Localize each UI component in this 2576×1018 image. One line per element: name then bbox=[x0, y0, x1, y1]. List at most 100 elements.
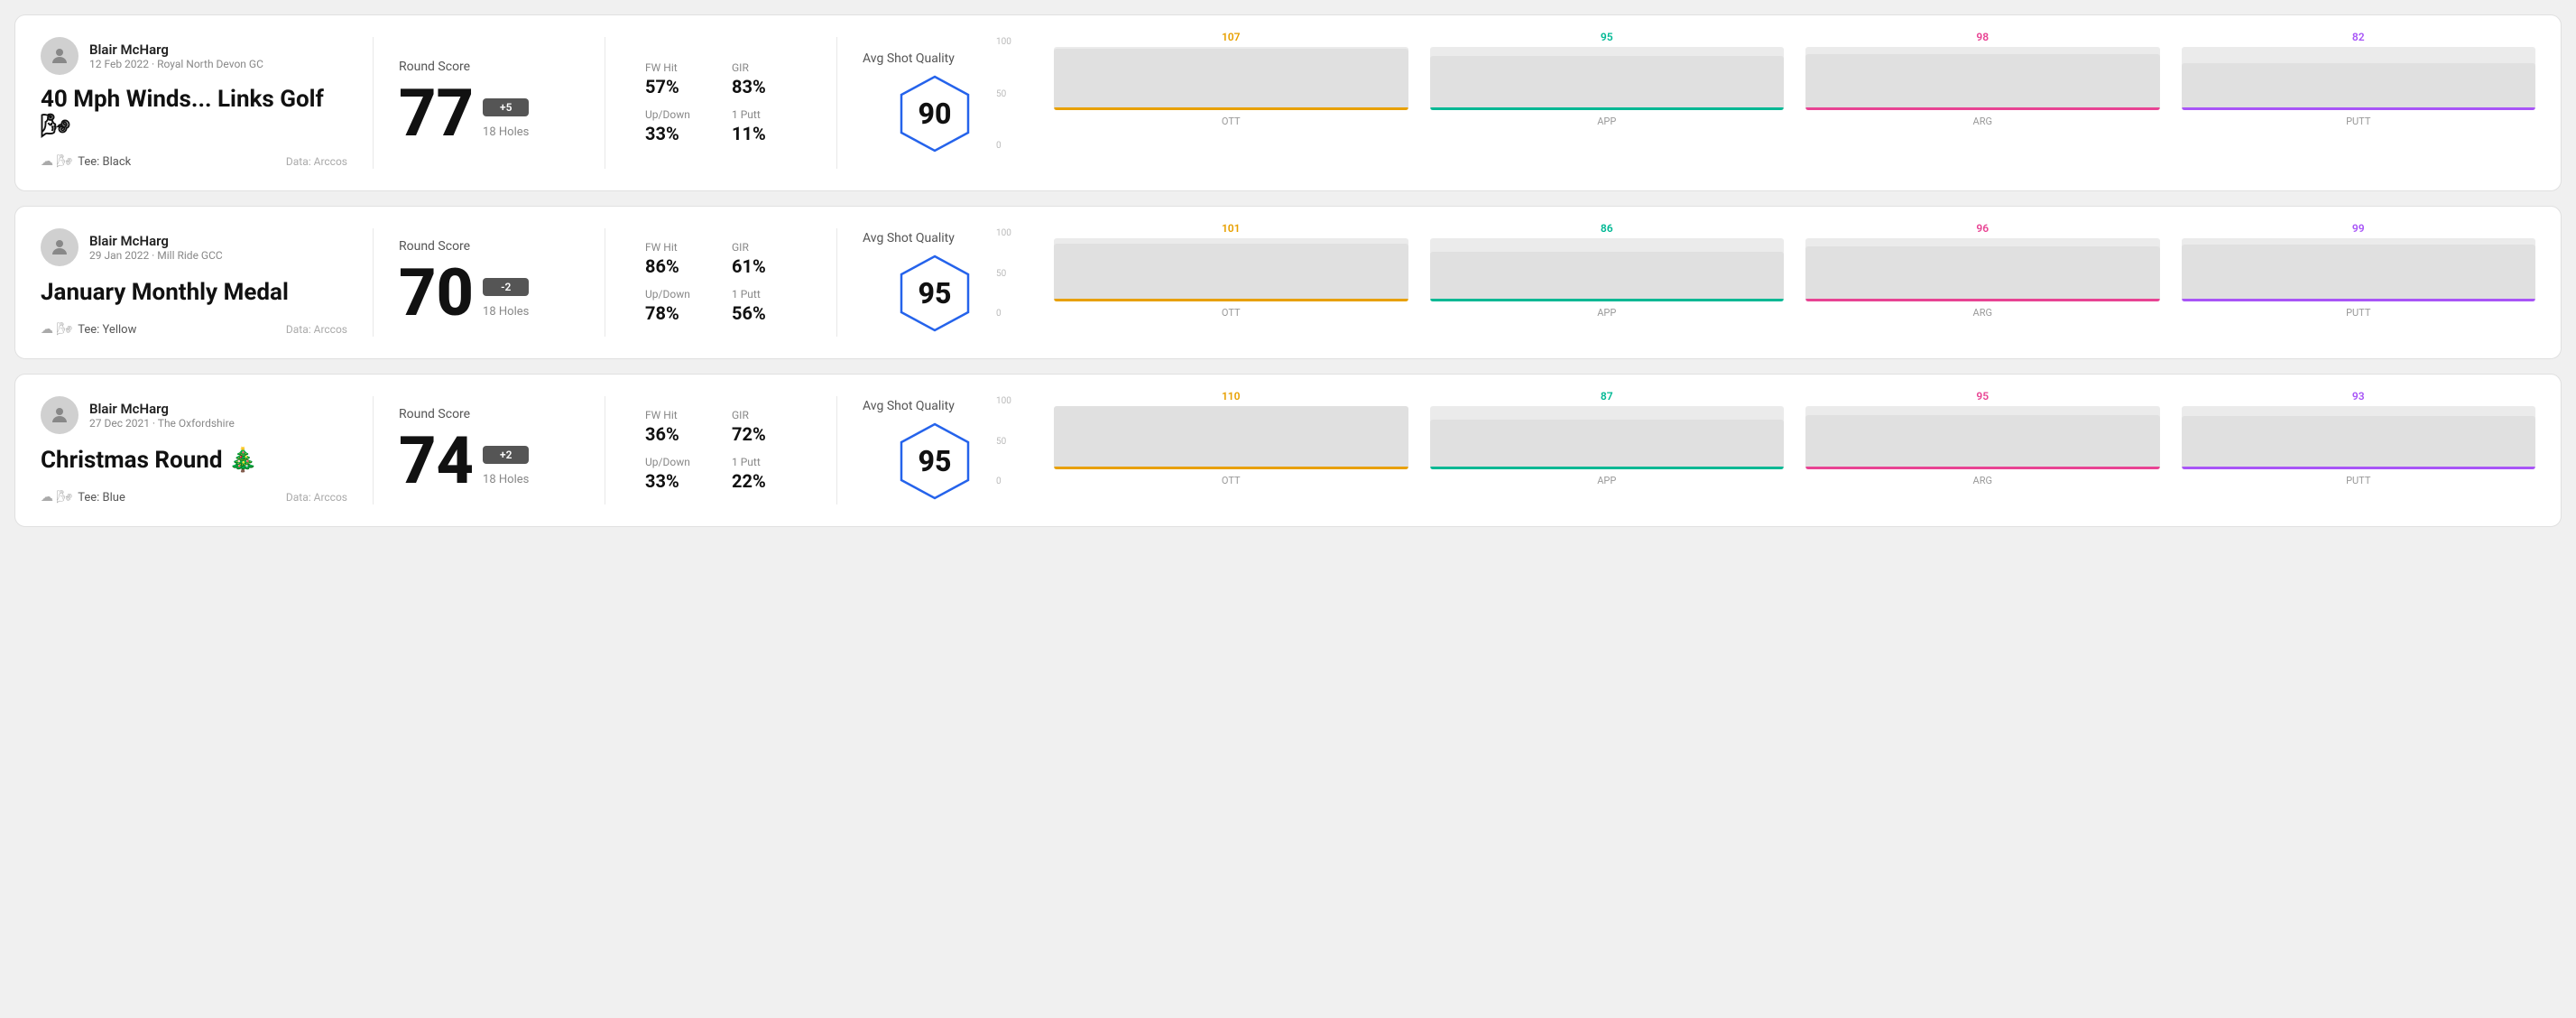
chart-section: 100500101OTT86APP96ARG99PUTT bbox=[1007, 228, 2535, 337]
bar-fill bbox=[1430, 252, 1785, 301]
score-row: 74+218 Holes bbox=[399, 429, 579, 494]
bar-wrapper bbox=[1430, 238, 1785, 301]
score-badge: +5 bbox=[483, 98, 529, 116]
quality-section: Avg Shot Quality 95 bbox=[863, 396, 1007, 504]
stats-section: FW Hit86%GIR61%Up/Down78%1 Putt56% bbox=[631, 228, 811, 337]
bar-axis-label: APP bbox=[1597, 475, 1616, 486]
stat-upDown: Up/Down78% bbox=[645, 288, 710, 324]
bar-chart: 101OTT86APP96ARG99PUTT bbox=[1054, 228, 2535, 337]
avatar bbox=[41, 396, 78, 434]
stat-label-gir: GIR bbox=[732, 409, 797, 421]
bar-axis-label: ARG bbox=[1973, 475, 1992, 486]
bar-wrapper bbox=[1430, 406, 1785, 469]
bottom-row: ☁ 🌬 Tee: BlueData: Arccos bbox=[41, 490, 347, 504]
round-title: 40 Mph Winds... Links Golf 🌬 bbox=[41, 86, 347, 140]
bar-fill bbox=[2182, 63, 2536, 110]
bar-wrapper bbox=[1054, 406, 1408, 469]
left-section: Blair McHarg29 Jan 2022 · Mill Ride GCC J… bbox=[41, 228, 347, 337]
stat-label-upDown: Up/Down bbox=[645, 288, 710, 301]
quality-score-value: 95 bbox=[919, 444, 952, 478]
stat-value-fwHit: 57% bbox=[645, 76, 710, 97]
score-badge: -2 bbox=[483, 278, 529, 296]
divider-1 bbox=[373, 396, 374, 504]
stat-fwHit: FW Hit 57% bbox=[645, 61, 710, 97]
stat-label-upDown: Up/Down bbox=[645, 108, 710, 121]
bar-axis-label: APP bbox=[1597, 116, 1616, 127]
tee-label: Tee: Yellow bbox=[78, 323, 136, 337]
stats-grid: FW Hit86%GIR61%Up/Down78%1 Putt56% bbox=[645, 241, 797, 324]
bar-value-label: 99 bbox=[2352, 222, 2365, 235]
bar-axis-label: APP bbox=[1597, 307, 1616, 319]
tee-info: ☁ 🌬 Tee: Black bbox=[41, 154, 131, 169]
bar-fill bbox=[1430, 420, 1785, 469]
score-number: 70 bbox=[399, 261, 474, 326]
bar-group: 95ARG bbox=[1805, 390, 2160, 486]
stat-value-gir: 72% bbox=[732, 423, 797, 445]
user-name: Blair McHarg bbox=[89, 42, 263, 58]
stat-value-upDown: 33% bbox=[645, 470, 710, 492]
stat-value-upDown: 33% bbox=[645, 123, 710, 144]
bar-value-label: 98 bbox=[1976, 31, 1989, 43]
hexagon-container: 95 bbox=[894, 253, 975, 334]
stat-label-upDown: Up/Down bbox=[645, 456, 710, 468]
bar-group: 82PUTT bbox=[2182, 31, 2536, 127]
user-name: Blair McHarg bbox=[89, 233, 223, 249]
divider-3 bbox=[836, 37, 837, 169]
chart-y-labels: 100500 bbox=[996, 228, 1011, 319]
data-source: Data: Arccos bbox=[286, 155, 347, 168]
round-title: Christmas Round 🎄 bbox=[41, 447, 347, 474]
bar-fill bbox=[1805, 54, 2160, 110]
bar-group: 110OTT bbox=[1054, 390, 1408, 486]
bar-wrapper bbox=[2182, 238, 2536, 301]
bar-wrapper bbox=[1054, 47, 1408, 110]
bar-value-label: 93 bbox=[2352, 390, 2365, 403]
stat-fwHit: FW Hit36% bbox=[645, 409, 710, 445]
stat-upDown: Up/Down 33% bbox=[645, 108, 710, 144]
chart-section: 100500107OTT95APP98ARG82PUTT bbox=[1007, 37, 2535, 169]
chart-y-labels: 100500 bbox=[996, 396, 1011, 486]
score-row: 77 +5 18 Holes bbox=[399, 81, 579, 146]
tee-info: ☁ 🌬 Tee: Blue bbox=[41, 490, 125, 504]
stat-value-onePutt: 22% bbox=[732, 470, 797, 492]
bottom-row: ☁ 🌬 Tee: Black Data: Arccos bbox=[41, 154, 347, 169]
score-badge: +2 bbox=[483, 446, 529, 464]
stat-gir: GIR83% bbox=[732, 61, 797, 97]
stats-section: FW Hit36% GIR 72% Up/Down 33% 1 Putt22% bbox=[631, 396, 811, 504]
divider-1 bbox=[373, 37, 374, 169]
weather-icon: ☁ 🌬 bbox=[41, 154, 72, 169]
round-title: January Monthly Medal bbox=[41, 279, 347, 306]
chart-y-labels: 100500 bbox=[996, 37, 1011, 151]
score-label: Round Score bbox=[399, 407, 579, 421]
stat-gir: GIR 72% bbox=[732, 409, 797, 445]
divider-1 bbox=[373, 228, 374, 337]
user-info: Blair McHarg29 Jan 2022 · Mill Ride GCC bbox=[41, 228, 347, 266]
holes-text: 18 Holes bbox=[483, 305, 529, 319]
holes-text: 18 Holes bbox=[483, 125, 529, 139]
stat-gir: GIR61% bbox=[732, 241, 797, 277]
user-text: Blair McHarg27 Dec 2021 · The Oxfordshir… bbox=[89, 401, 235, 430]
stat-onePutt: 1 Putt22% bbox=[732, 456, 797, 492]
data-source: Data: Arccos bbox=[286, 323, 347, 336]
bar-chart: 107OTT95APP98ARG82PUTT bbox=[1054, 37, 2535, 145]
bar-group: 98ARG bbox=[1805, 31, 2160, 127]
stat-value-gir: 83% bbox=[732, 76, 797, 97]
bar-axis-label: ARG bbox=[1973, 307, 1992, 319]
divider-3 bbox=[836, 228, 837, 337]
user-text: Blair McHarg12 Feb 2022 · Royal North De… bbox=[89, 42, 263, 70]
quality-label: Avg Shot Quality bbox=[863, 231, 955, 245]
score-number: 77 bbox=[399, 81, 474, 146]
bar-fill bbox=[2182, 416, 2536, 469]
bar-fill bbox=[1430, 56, 1785, 110]
weather-icon: ☁ 🌬 bbox=[41, 490, 72, 504]
bar-chart-wrapper: 100500101OTT86APP96ARG99PUTT bbox=[1025, 228, 2535, 337]
stat-onePutt: 1 Putt56% bbox=[732, 288, 797, 324]
stat-label-fwHit: FW Hit bbox=[645, 61, 710, 74]
stats-grid: FW Hit57%GIR83%Up/Down33%1 Putt11% bbox=[645, 61, 797, 144]
score-meta: +218 Holes bbox=[483, 446, 529, 494]
user-name: Blair McHarg bbox=[89, 401, 235, 417]
bar-wrapper bbox=[2182, 406, 2536, 469]
tee-label: Tee: Blue bbox=[78, 491, 125, 504]
score-section: Round Score70-218 Holes bbox=[399, 228, 579, 337]
quality-score-value: 90 bbox=[919, 97, 952, 131]
bar-value-label: 107 bbox=[1222, 31, 1241, 43]
